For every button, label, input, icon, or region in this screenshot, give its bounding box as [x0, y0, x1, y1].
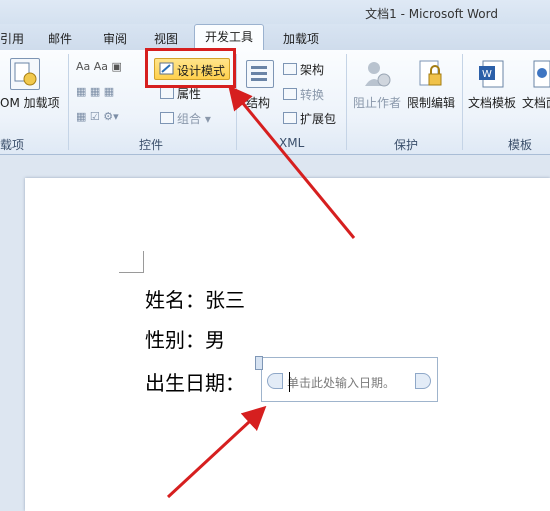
annotation-arrows: [166, 85, 356, 499]
arrow-to-date-control: [166, 405, 267, 499]
arrow-to-design-mode: [228, 85, 356, 239]
